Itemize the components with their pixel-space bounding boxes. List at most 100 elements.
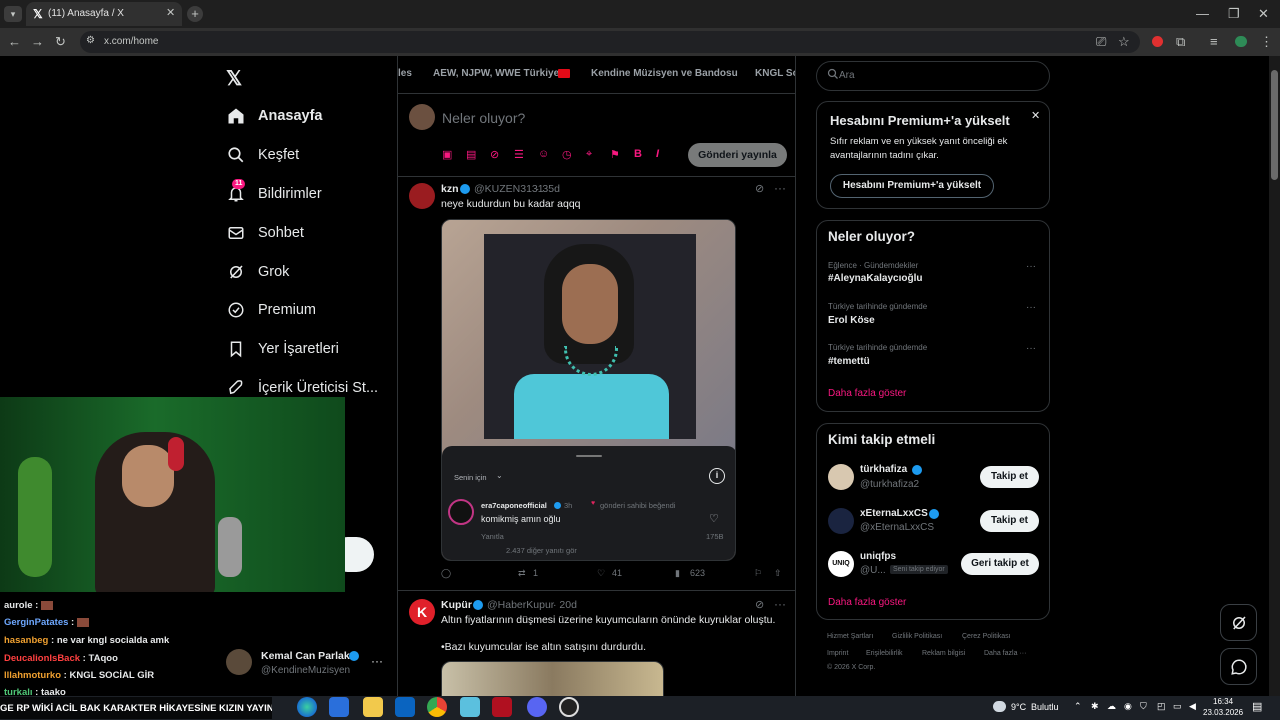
bold-icon[interactable]: B (634, 148, 642, 160)
window-minimize-icon[interactable]: — (1196, 6, 1209, 22)
grok-float-button[interactable] (1220, 604, 1257, 641)
schedule-icon[interactable]: ◷ (562, 148, 572, 161)
location-icon[interactable]: ⌖ (586, 148, 592, 161)
follow-avatar[interactable] (828, 464, 854, 490)
account-switcher[interactable]: Kemal Can Parlak @KendineMuzisyen ··· (226, 646, 386, 682)
tweet-media[interactable] (441, 661, 664, 696)
tweet-avatar[interactable] (409, 183, 435, 209)
topic-tab[interactable]: Kendine Müzisyen ve Bandosu (591, 68, 738, 79)
info-icon[interactable]: i (709, 468, 725, 484)
store-icon[interactable] (329, 697, 349, 717)
reply-icon[interactable]: ◯ (441, 568, 451, 579)
weather-text[interactable]: Bulutlu (1031, 702, 1059, 712)
tweet-avatar[interactable]: K (409, 599, 435, 625)
views-icon[interactable]: ▮ (675, 568, 680, 579)
notification-center-icon[interactable]: ▤ (1252, 700, 1262, 713)
topic-tab[interactable]: AEW, NJPW, WWE Türkiye (433, 68, 559, 79)
account-more-icon[interactable]: ··· (371, 654, 383, 668)
reply-sort-label[interactable]: Senin için (454, 473, 487, 482)
poll-icon[interactable]: ☰ (514, 148, 524, 161)
tweet-handle[interactable]: @HaberKupur (487, 599, 554, 611)
window-close-icon[interactable]: ✕ (1258, 6, 1269, 22)
sidebar-item-explore[interactable]: Keşfet (226, 141, 299, 169)
app-icon[interactable] (460, 697, 480, 717)
video-app-icon[interactable] (492, 697, 512, 717)
discord-icon[interactable] (527, 697, 547, 717)
trend-more-icon[interactable]: ··· (1026, 343, 1036, 354)
follow-button[interactable]: Takip et (980, 510, 1039, 532)
edge-icon[interactable] (297, 697, 317, 717)
profile-avatar-icon[interactable] (1235, 36, 1247, 47)
premium-upgrade-button[interactable]: Hesabını Premium+'a yükselt (830, 174, 994, 198)
chevron-down-icon[interactable]: ⌄ (496, 471, 503, 480)
steam-icon[interactable]: ◉ (1124, 701, 1132, 712)
grok-explain-icon[interactable]: ⊘ (755, 598, 764, 611)
sidebar-item-bookmarks[interactable]: Yer İşaretleri (226, 335, 339, 363)
network-icon[interactable]: ◰ (1157, 701, 1166, 712)
site-info-icon[interactable]: ⚙ (86, 35, 95, 46)
security-icon[interactable]: ⛉ (1140, 701, 1147, 712)
scrollbar-thumb[interactable] (1271, 70, 1278, 180)
footer-link[interactable]: Çerez Politikası (962, 633, 1011, 640)
follow-name[interactable]: xEternaLxxCS (860, 508, 928, 519)
clock-date[interactable]: 23.03.2026 (1203, 708, 1243, 717)
sidebar-item-notifications[interactable]: 11 Bildirimler (226, 179, 322, 208)
reading-list-icon[interactable]: ≡ (1210, 34, 1218, 50)
tweet-media[interactable]: Senin için ⌄ i era7caponeofficial 3h ♥ g… (441, 219, 736, 561)
bookmark-action-icon[interactable]: ⚐ (754, 568, 762, 579)
trend-more-icon[interactable]: ··· (1026, 302, 1036, 313)
follow-avatar[interactable]: UNIQ (828, 551, 854, 577)
post-button[interactable]: Gönderi yayınla (688, 143, 787, 167)
back-icon[interactable]: ← (8, 34, 21, 50)
tray-overflow-icon[interactable]: ⌃ (1074, 701, 1082, 712)
comment-reply[interactable]: Yanıtla (481, 532, 504, 541)
follow-button[interactable]: Takip et (980, 466, 1039, 488)
trends-show-more[interactable]: Daha fazla göster (828, 388, 906, 399)
extensions-icon[interactable]: ⧉ (1176, 34, 1185, 50)
topic-tab[interactable]: KNGL So (755, 68, 795, 79)
new-tab-button[interactable]: + (187, 6, 203, 22)
close-icon[interactable]: ✕ (1031, 109, 1040, 122)
battery-icon[interactable]: ▭ (1173, 701, 1182, 712)
window-restore-icon[interactable]: ❐ (1228, 6, 1240, 22)
footer-link[interactable]: Daha fazla ··· (984, 650, 1026, 657)
sidebar-item-premium[interactable]: Premium (226, 296, 316, 324)
bookmark-star-icon[interactable]: ☆ (1118, 34, 1130, 50)
volume-icon[interactable]: ◀ (1189, 701, 1196, 712)
footer-link[interactable]: Hizmet Şartları (827, 633, 873, 640)
share-icon[interactable]: ⇧ (774, 568, 782, 579)
bluetooth-icon[interactable]: ✱ (1091, 701, 1099, 712)
cloud-icon[interactable]: ☁ (1107, 701, 1116, 712)
view-more-replies[interactable]: 2.437 diğer yanıtı gör (506, 546, 577, 555)
tweet-handle[interactable]: @KUZEN3131 (474, 183, 544, 195)
clock-time[interactable]: 16:34 (1213, 697, 1233, 706)
trend-item[interactable]: Türkiye tarihinde gündemde Erol Köse ··· (828, 302, 1040, 328)
italic-icon[interactable]: I (656, 148, 659, 160)
retweet-icon[interactable]: ⇄ (518, 568, 526, 579)
install-app-icon[interactable]: ⎚ (1096, 34, 1106, 50)
flag-icon[interactable]: ⚑ (610, 148, 620, 161)
topic-tab[interactable]: les (398, 68, 412, 79)
image-icon[interactable]: ▣ (442, 148, 452, 161)
tweet-author-name[interactable]: kzn (441, 183, 459, 195)
sidebar-item-home[interactable]: Anasayfa (226, 102, 322, 130)
tab-list-button[interactable]: ▾ (4, 6, 22, 22)
address-bar[interactable]: ⚙ x.com/home (80, 31, 1140, 53)
follow-name[interactable]: türkhafiza (860, 464, 907, 475)
follow-back-button[interactable]: Geri takip et (961, 553, 1039, 575)
tweet-author-name[interactable]: Kupür (441, 599, 472, 611)
weather-icon[interactable] (993, 701, 1006, 712)
footer-link[interactable]: Reklam bilgisi (922, 650, 965, 657)
trend-more-icon[interactable]: ··· (1026, 261, 1036, 272)
messages-float-button[interactable] (1220, 648, 1257, 685)
footer-link[interactable]: Erişilebilirlik (866, 650, 903, 657)
tweet-more-icon[interactable]: ··· (774, 181, 786, 195)
gif-icon[interactable]: ▤ (466, 148, 476, 161)
like-icon[interactable]: ♡ (597, 568, 605, 579)
trend-item[interactable]: Eğlence · Gündemdekiler #AleynaKalaycıoğ… (828, 261, 1040, 287)
search-input[interactable]: Ara (839, 70, 855, 81)
folder-icon[interactable] (363, 697, 383, 717)
browser-tab[interactable]: 𝕏 (11) Anasayfa / X ✕ (26, 2, 182, 26)
chrome-icon[interactable] (427, 697, 447, 717)
footer-link[interactable]: Gizlilik Politikası (892, 633, 942, 640)
